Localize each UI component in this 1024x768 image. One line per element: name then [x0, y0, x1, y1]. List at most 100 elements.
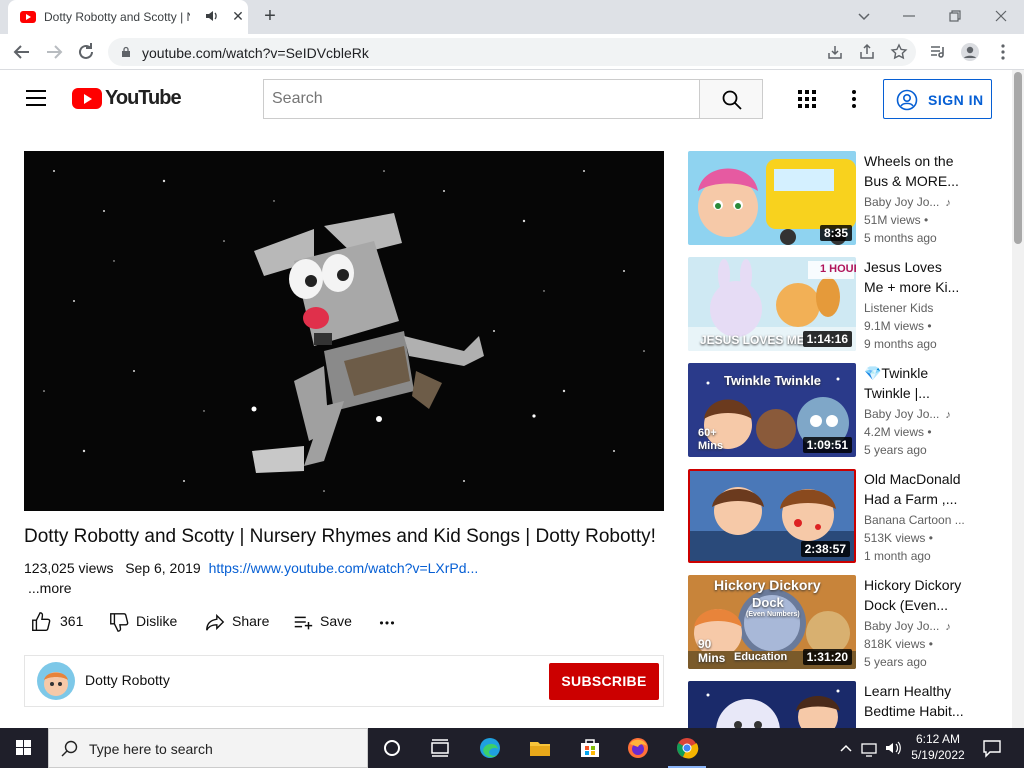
- sign-in-label: SIGN IN: [928, 92, 984, 108]
- more-actions-button[interactable]: [370, 608, 400, 636]
- hamburger-menu-icon[interactable]: [26, 90, 46, 106]
- related-channel[interactable]: Baby Joy Jo... ♪: [864, 619, 951, 633]
- media-control-icon[interactable]: [928, 42, 948, 62]
- forward-icon[interactable]: [42, 40, 66, 64]
- chrome-icon[interactable]: [675, 736, 699, 760]
- thumbnail-badge: 1 HOUR: [820, 263, 856, 275]
- thumbnail-badge: 60+ Mins: [698, 427, 724, 452]
- install-icon[interactable]: [826, 43, 844, 61]
- windows-start-icon[interactable]: [0, 728, 48, 768]
- cortana-icon[interactable]: [380, 736, 404, 760]
- related-thumbnail[interactable]: Twinkle Twinkle 60+ Mins 1:09:51: [688, 363, 856, 457]
- sign-in-button[interactable]: SIGN IN: [883, 79, 992, 119]
- related-title[interactable]: Hickory Dickory Dock (Even...: [864, 575, 992, 615]
- related-title[interactable]: Learn Healthy Bedtime Habit...: [864, 681, 992, 721]
- thumbnail-badge: 90 Mins: [698, 637, 726, 665]
- search-input[interactable]: [263, 79, 699, 119]
- related-thumbnail[interactable]: Hickory Dickory Dock (Even Numbers) 90 M…: [688, 575, 856, 669]
- video-player[interactable]: [24, 151, 664, 511]
- related-views: 51M views •: [864, 213, 929, 227]
- related-title[interactable]: Old MacDonald Had a Farm ,...: [864, 469, 992, 509]
- back-icon[interactable]: [10, 40, 34, 64]
- address-bar[interactable]: youtube.com/watch?v=SeIDVcbleRk: [108, 38, 916, 66]
- scrollbar-thumb[interactable]: [1014, 72, 1022, 244]
- save-button[interactable]: Save: [286, 608, 360, 636]
- clock-date: 5/19/2022: [911, 748, 965, 762]
- related-title[interactable]: Jesus Loves Me + more Ki...: [864, 257, 992, 297]
- taskbar-clock[interactable]: 6:12 AM 5/19/2022: [910, 731, 966, 763]
- taskbar-search-box[interactable]: Type here to search: [48, 728, 368, 768]
- task-view-icon[interactable]: [428, 736, 452, 760]
- video-frame-robot-dog: [24, 151, 664, 511]
- show-more-link[interactable]: ...more: [28, 580, 72, 596]
- dislike-label: Dislike: [136, 613, 178, 629]
- related-thumbnail[interactable]: 2:38:57: [688, 469, 856, 563]
- youtube-favicon-icon: [20, 11, 36, 23]
- apps-grid-icon[interactable]: [798, 90, 816, 108]
- related-title[interactable]: 💎Twinkle Twinkle |...: [864, 363, 992, 403]
- channel-avatar[interactable]: [37, 662, 75, 700]
- search-button[interactable]: [699, 79, 763, 119]
- browser-toolbar: youtube.com/watch?v=SeIDVcbleRk: [0, 34, 1024, 70]
- dislike-button[interactable]: Dislike: [102, 608, 192, 636]
- tab-search-icon[interactable]: [852, 4, 876, 28]
- clock-time: 6:12 AM: [915, 732, 961, 746]
- related-views: 818K views •: [864, 637, 933, 651]
- microsoft-store-icon[interactable]: [578, 736, 602, 760]
- related-channel[interactable]: Baby Joy Jo... ♪: [864, 195, 951, 209]
- minimize-icon[interactable]: [897, 4, 921, 28]
- related-video[interactable]: Learn Healthy Bedtime Habit...: [688, 681, 1008, 728]
- lock-icon[interactable]: [120, 46, 132, 58]
- restore-icon[interactable]: [943, 4, 967, 28]
- related-video[interactable]: Hickory Dickory Dock (Even Numbers) 90 M…: [688, 575, 1008, 671]
- browser-menu-icon[interactable]: [993, 42, 1013, 62]
- share-page-icon[interactable]: [858, 43, 876, 61]
- related-channel[interactable]: Listener Kids: [864, 301, 933, 315]
- subscribe-button[interactable]: SUBSCRIBE: [549, 663, 659, 700]
- reload-icon[interactable]: [74, 40, 98, 64]
- related-age: 5 months ago: [864, 231, 937, 245]
- network-icon[interactable]: [860, 736, 880, 760]
- youtube-logo-text: YouTube: [105, 87, 182, 109]
- share-button[interactable]: Share: [198, 608, 278, 636]
- related-video[interactable]: Twinkle Twinkle 60+ Mins 1:09:51 💎Twinkl…: [688, 363, 1008, 459]
- close-window-icon[interactable]: [989, 4, 1013, 28]
- thumbnail-caption: JESUS LOVES ME: [700, 333, 805, 347]
- youtube-logo[interactable]: YouTube: [72, 87, 182, 110]
- bookmark-star-icon[interactable]: [890, 43, 908, 61]
- related-thumbnail[interactable]: 8:35: [688, 151, 856, 245]
- show-hidden-icons-icon[interactable]: [838, 736, 854, 760]
- description-link[interactable]: https://www.youtube.com/watch?v=LXrPd...: [209, 560, 479, 576]
- like-button[interactable]: 361: [24, 608, 94, 636]
- tab-close-icon[interactable]: ✕: [230, 8, 246, 24]
- browser-tab[interactable]: Dotty Robotty and Scotty | Nursery Rhyme…: [8, 0, 248, 34]
- settings-menu-icon[interactable]: [852, 90, 858, 108]
- edge-browser-icon[interactable]: [478, 736, 502, 760]
- audio-playing-icon[interactable]: [204, 8, 220, 24]
- channel-name[interactable]: Dotty Robotty: [85, 672, 170, 688]
- more-horizontal-icon: [379, 621, 395, 625]
- file-explorer-icon[interactable]: [528, 736, 552, 760]
- related-thumbnail[interactable]: 1 HOUR JESUS LOVES ME 1:14:16: [688, 257, 856, 351]
- new-tab-button[interactable]: +: [258, 5, 282, 29]
- notifications-icon[interactable]: [980, 736, 1004, 760]
- browser-tab-bar: Dotty Robotty and Scotty | Nursery Rhyme…: [0, 0, 1024, 34]
- url-text[interactable]: youtube.com/watch?v=SeIDVcbleRk: [142, 45, 369, 61]
- taskbar-search-icon: [61, 740, 78, 757]
- related-age: 1 month ago: [864, 549, 931, 563]
- music-note-icon: ♪: [945, 197, 951, 209]
- related-thumbnail[interactable]: [688, 681, 856, 728]
- related-video[interactable]: 8:35 Wheels on the Bus & MORE... Baby Joy…: [688, 151, 1008, 247]
- related-age: 5 years ago: [864, 443, 927, 457]
- volume-icon[interactable]: [884, 736, 904, 760]
- share-label: Share: [232, 613, 270, 629]
- related-video[interactable]: 1 HOUR JESUS LOVES ME 1:14:16 Jesus Love…: [688, 257, 1008, 353]
- related-video[interactable]: 2:38:57 Old MacDonald Had a Farm ,... Ban…: [688, 469, 1008, 565]
- related-channel[interactable]: Baby Joy Jo... ♪: [864, 407, 951, 421]
- channel-card: Dotty Robotty SUBSCRIBE: [24, 655, 664, 707]
- profile-icon[interactable]: [960, 42, 980, 62]
- firefox-icon[interactable]: [626, 736, 650, 760]
- related-title[interactable]: Wheels on the Bus & MORE...: [864, 151, 992, 191]
- related-channel[interactable]: Banana Cartoon ...: [864, 513, 965, 527]
- page-scrollbar[interactable]: [1012, 70, 1024, 728]
